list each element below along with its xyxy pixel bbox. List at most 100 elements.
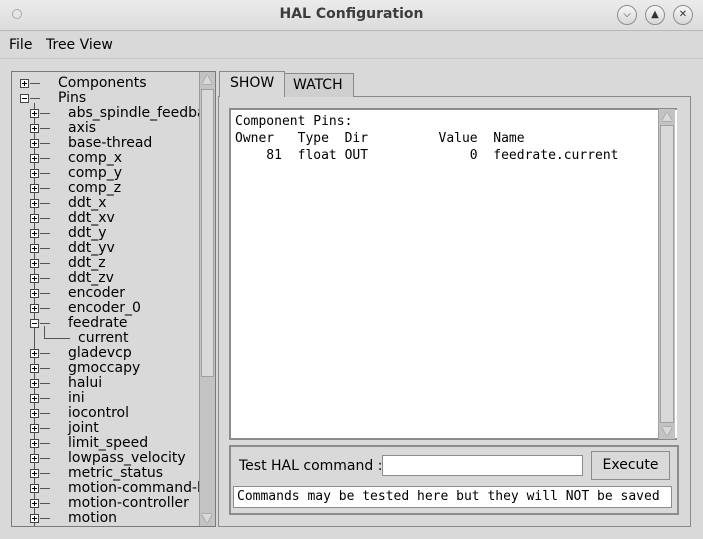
expand-icon[interactable] [30,229,39,238]
tree-node-label: current [78,330,129,346]
tree-connector [44,338,70,339]
tree-connector [40,158,50,159]
tree-node[interactable]: comp_z [12,180,199,196]
tree-node[interactable]: feedrate [12,316,199,331]
tree-node[interactable]: ddt_zv [12,271,199,286]
tree-node[interactable]: encoder [12,286,199,301]
tree-node[interactable]: limit_speed [12,436,199,451]
tree-node-label: Pins [58,90,87,106]
expand-icon[interactable] [30,139,39,148]
collapse-icon[interactable] [20,94,29,103]
expand-icon[interactable] [30,199,39,208]
expand-icon[interactable] [30,274,39,283]
tree-node[interactable]: ddt_xv [12,211,199,226]
expand-icon[interactable] [30,439,39,448]
tree-node[interactable]: gmoccapy [12,360,199,376]
expand-icon[interactable] [30,289,39,298]
tree-node[interactable]: lowpass_velocity [12,451,199,466]
tree-node[interactable]: iocontrol [12,406,199,421]
expand-icon[interactable] [30,124,39,133]
expand-icon[interactable] [30,169,39,178]
tree-connector [30,98,40,99]
output-scrollbar[interactable] [658,109,675,439]
tree-node[interactable]: metric_status [12,466,199,481]
scroll-up-arrow-icon[interactable] [202,75,212,84]
tree-node-label: comp_z [68,180,122,196]
tree-node[interactable]: ddt_z [12,256,199,271]
tree-connector [40,503,50,504]
tree-node[interactable]: ddt_yv [12,241,199,256]
expand-icon[interactable] [30,394,39,403]
tree-node[interactable]: base-thread [12,136,199,151]
minimize-button[interactable]: ⌵ [617,5,637,25]
tree-node[interactable]: ddt_y [12,226,199,241]
tree-scroll-thumb[interactable] [201,89,214,377]
tree-node[interactable]: comp_y [12,166,199,181]
output-scroll-up-arrow-icon[interactable] [662,112,672,121]
tree-node[interactable]: motion-command-handler [12,481,199,496]
tree-node[interactable]: motion-controller [12,496,199,511]
expand-icon[interactable] [30,469,39,478]
expand-icon[interactable] [30,244,39,253]
tree-node-label: axis [68,120,97,136]
show-output-text[interactable]: Component Pins: Owner Type Dir Value Nam… [229,108,677,440]
tree-node[interactable]: encoder_0 [12,301,199,316]
close-button[interactable]: ✕ [673,5,693,25]
expand-icon[interactable] [30,409,39,418]
expand-icon[interactable] [30,304,39,313]
tree-node-label: comp_x [68,150,123,166]
tree-node[interactable]: ini [12,391,199,406]
tree-node[interactable]: ddt_x [12,195,199,211]
tree-scrollbar[interactable] [200,72,215,526]
execute-button[interactable]: Execute [591,451,670,480]
expand-icon[interactable] [30,349,39,358]
window-title: HAL Configuration [279,6,424,22]
tree-node[interactable]: joint [12,421,199,436]
tree-connector [40,143,50,144]
expand-icon[interactable] [30,514,39,523]
tree-connector [40,518,50,519]
tree-node[interactable]: halui [12,376,199,391]
maximize-button[interactable]: ▲ [645,5,665,25]
output-scroll-thumb[interactable] [660,125,674,423]
title-bar: HAL Configuration ⌵ ▲ ✕ [0,0,703,31]
expand-icon[interactable] [30,259,39,268]
tree-node[interactable]: Pins [12,90,199,106]
menu-tree-view[interactable]: Tree View [46,37,113,53]
tree-node[interactable]: comp_x [12,150,199,166]
tree-connector [40,383,50,384]
tree-node[interactable]: current [12,326,199,346]
tree-node[interactable]: motion [12,511,199,526]
expand-icon[interactable] [30,484,39,493]
tree-connector [40,443,50,444]
tab-watch[interactable]: WATCH [282,73,354,97]
tree-node[interactable]: axis [12,120,199,136]
tree-node[interactable]: abs_spindle_feedback [12,105,199,121]
tab-show[interactable]: SHOW [219,71,286,97]
expand-icon[interactable] [30,364,39,373]
expand-icon[interactable] [30,214,39,223]
expand-icon[interactable] [30,424,39,433]
scroll-down-arrow-icon[interactable] [202,514,212,523]
tree-node[interactable]: Components [12,76,199,91]
hal-tree-panel: ComponentsPinsabs_spindle_feedbackaxisba… [11,71,216,527]
menu-file[interactable]: File [9,37,32,53]
tree-node[interactable]: gladevcp [12,345,199,361]
tree-connector [40,458,50,459]
expand-icon[interactable] [30,109,39,118]
tree-node-label: abs_spindle_feedback [68,105,199,121]
expand-icon[interactable] [30,379,39,388]
expand-icon[interactable] [20,79,29,88]
tree-node-label: ddt_x [68,195,107,211]
output-scroll-down-arrow-icon[interactable] [662,427,672,436]
expand-icon[interactable] [30,154,39,163]
expand-icon[interactable] [30,184,39,193]
tree-node-label: gladevcp [68,345,132,361]
expand-icon[interactable] [30,454,39,463]
tree-connector [40,113,50,114]
tree-node-label: gmoccapy [68,360,141,376]
tree-connector [30,83,40,84]
expand-icon[interactable] [30,499,39,508]
collapse-icon[interactable] [30,319,39,328]
command-input[interactable] [382,455,583,476]
